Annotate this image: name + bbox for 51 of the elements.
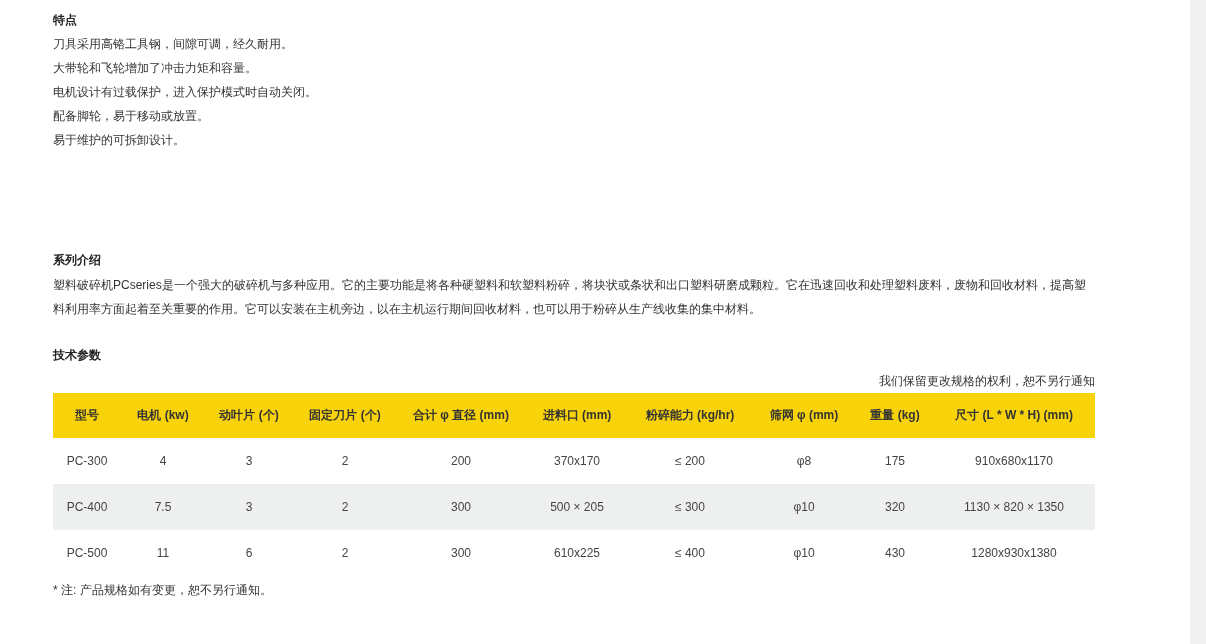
column-header: 型号 (53, 393, 121, 438)
table-cell: 500 × 205 (525, 484, 629, 530)
table-cell: 1280x930x1380 (933, 530, 1095, 576)
section-title: 系列介绍 (53, 252, 101, 268)
table-cell: 3 (205, 484, 293, 530)
column-header: 筛网 φ (mm) (751, 393, 857, 438)
column-header: 电机 (kw) (121, 393, 205, 438)
column-header: 进料口 (mm) (525, 393, 629, 438)
table-cell: φ8 (751, 438, 857, 484)
table-cell: 1130 × 820 × 1350 (933, 484, 1095, 530)
table-cell: 2 (293, 530, 397, 576)
feature-text: 配备脚轮，易于移动或放置。 (53, 108, 209, 124)
table-cell: φ10 (751, 484, 857, 530)
description-text: 塑料破碎机PCseries是一个强大的破碎机与多种应用。它的主要功能是将各种硬塑料和软塑料粉碎，将块状或条状和出口塑料研磨成颗粒。它在迅速回收和处理塑料废料，废物和回收材料，提高塑料利用率方面起着至关重要的作用。它可以安装在主机旁边，以在主机运行期间回收材料，也可以用于粉碎从生产线收集的集中材料。 (53, 277, 1087, 318)
table-cell: 300 (397, 484, 525, 530)
footnote-text: * 注: 产品规格如有变更，恕不另行通知。 (53, 582, 272, 599)
column-header: 粉碎能力 (kg/hr) (629, 393, 751, 438)
table-cell: 3 (205, 438, 293, 484)
table-cell: PC-400 (53, 484, 121, 530)
table-cell: 2 (293, 484, 397, 530)
column-header: 合计 φ 直径 (mm) (397, 393, 525, 438)
column-header: 动叶片 (个) (205, 393, 293, 438)
table-cell: 320 (857, 484, 933, 530)
table-cell: 430 (857, 530, 933, 576)
table-cell: 2 (293, 438, 397, 484)
notice-text: 我们保留更改规格的权利，恕不另行通知 (879, 373, 1095, 389)
table-cell: ≤ 400 (629, 530, 751, 576)
section-title: 特点 (53, 12, 77, 28)
table-cell: 370x170 (525, 438, 629, 484)
column-header: 尺寸 (L * W * H) (mm) (933, 393, 1095, 438)
table-cell: PC-300 (53, 438, 121, 484)
table-cell: 610x225 (525, 530, 629, 576)
table-cell: PC-500 (53, 530, 121, 576)
feature-text: 电机设计有过载保护，进入保护模式时自动关闭。 (53, 84, 317, 100)
feature-text: 大带轮和飞轮增加了冲击力矩和容量。 (53, 60, 257, 76)
table-cell: 4 (121, 438, 205, 484)
table-cell: ≤ 300 (629, 484, 751, 530)
table-cell: 910x680x1170 (933, 438, 1095, 484)
table-cell: φ10 (751, 530, 857, 576)
table-cell: 6 (205, 530, 293, 576)
section-title: 技术参数 (53, 347, 101, 363)
table-cell: 200 (397, 438, 525, 484)
feature-text: 易于维护的可拆卸设计。 (53, 132, 185, 148)
table-cell: 11 (121, 530, 205, 576)
feature-text: 刀具采用高铬工具钢，间隙可调，经久耐用。 (53, 36, 293, 52)
table-cell: 7.5 (121, 484, 205, 530)
table-cell: ≤ 200 (629, 438, 751, 484)
table-cell: 175 (857, 438, 933, 484)
table-cell: 300 (397, 530, 525, 576)
column-header: 重量 (kg) (857, 393, 933, 438)
column-header: 固定刀片 (个) (293, 393, 397, 438)
